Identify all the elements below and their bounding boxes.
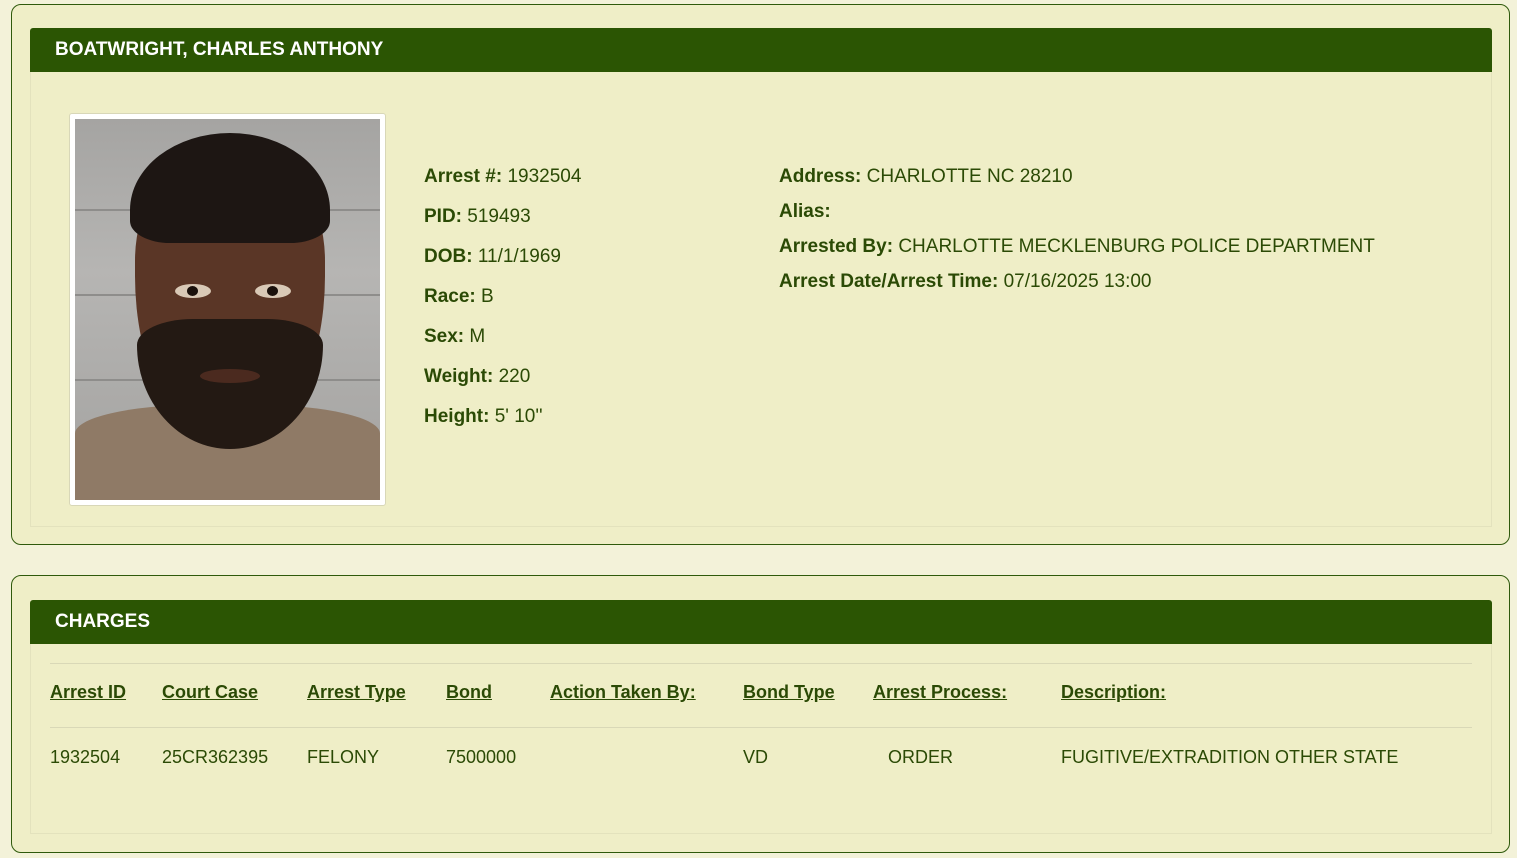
- charges-card: CHARGES Arrest ID Court Case Arrest Type…: [11, 575, 1510, 853]
- cell-arrest-id: 1932504: [50, 747, 121, 767]
- column-header-bond[interactable]: Bond: [446, 682, 492, 703]
- mugshot-photo: [69, 113, 386, 506]
- column-header-arrest-id[interactable]: Arrest ID: [50, 682, 126, 703]
- column-header-bond-type[interactable]: Bond Type: [743, 682, 835, 703]
- profile-card: BOATWRIGHT, CHARLES ANTHONY Arrest #: 19…: [11, 4, 1510, 545]
- cell-arrest-process: ORDER: [888, 747, 954, 767]
- table-top-divider: [50, 663, 1472, 664]
- field-address: Address: CHARLOTTE NC 28210: [779, 166, 1073, 187]
- cell-bond-type: VD: [743, 747, 769, 767]
- field-arrested-by: Arrested By: CHARLOTTE MECKLENBURG POLIC…: [779, 236, 1375, 257]
- profile-name-header: BOATWRIGHT, CHARLES ANTHONY: [30, 28, 1492, 72]
- mugshot-image: [75, 119, 380, 500]
- charges-header: CHARGES: [30, 600, 1492, 644]
- charges-body: [30, 644, 1492, 834]
- column-header-court-case[interactable]: Court Case: [162, 682, 258, 703]
- column-header-description[interactable]: Description:: [1061, 682, 1166, 703]
- field-pid: PID: 519493: [424, 206, 531, 227]
- field-dob: DOB: 11/1/1969: [424, 246, 561, 267]
- cell-bond: 7500000: [446, 747, 517, 767]
- cell-arrest-type: FELONY: [307, 747, 380, 767]
- cell-description: FUGITIVE/EXTRADITION OTHER STATE: [1061, 747, 1399, 767]
- column-header-action-taken-by[interactable]: Action Taken By:: [550, 682, 696, 703]
- field-race: Race: B: [424, 286, 494, 307]
- field-arrest-number: Arrest #: 1932504: [424, 166, 582, 187]
- field-height: Height: 5' 10'': [424, 406, 543, 427]
- column-header-arrest-type[interactable]: Arrest Type: [307, 682, 406, 703]
- field-sex: Sex: M: [424, 326, 486, 347]
- field-alias: Alias:: [779, 201, 831, 222]
- field-arrest-datetime: Arrest Date/Arrest Time: 07/16/2025 13:0…: [779, 271, 1152, 292]
- cell-court-case: 25CR362395: [162, 747, 269, 767]
- column-header-arrest-process[interactable]: Arrest Process:: [873, 682, 1007, 703]
- table-header-divider: [50, 727, 1472, 728]
- field-weight: Weight: 220: [424, 366, 531, 387]
